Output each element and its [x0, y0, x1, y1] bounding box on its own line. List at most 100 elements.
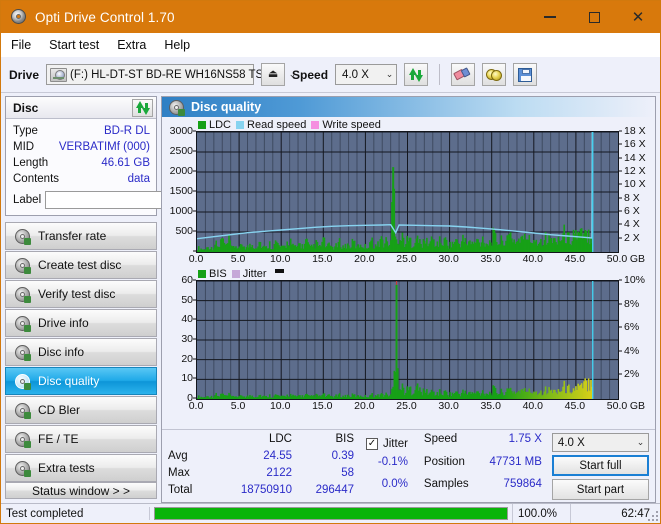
- sidebar-item-fe-te[interactable]: FE / TE: [5, 425, 157, 453]
- disc-icon: [15, 257, 31, 274]
- refresh-button[interactable]: [404, 63, 429, 86]
- disc-quality-icon: [169, 99, 185, 116]
- app-title: Opti Drive Control 1.70: [35, 9, 175, 25]
- stats-avg-bis: 0.39: [331, 450, 354, 462]
- stats-avg-ldc: 24.55: [263, 450, 292, 462]
- sidebar-item-label: Extra tests: [38, 461, 95, 475]
- sidebar-item-extra-tests[interactable]: Extra tests: [5, 454, 157, 482]
- legend-swatch: [236, 120, 245, 129]
- sidebar-item-disc-quality[interactable]: Disc quality: [5, 367, 157, 395]
- disc-type-label: Type: [13, 125, 38, 137]
- disc-info-title: Disc: [13, 100, 39, 115]
- test-speed-select[interactable]: 4.0 X ⌄: [551, 433, 649, 452]
- two-discs-icon: [485, 68, 503, 82]
- read-speed-y-axis: 2 X4 X6 X8 X 10 X 12 X 14 X 16 X 18 X: [619, 125, 653, 251]
- disc-length-value: 46.61 GB: [101, 157, 150, 169]
- sidebar-nav: Transfer rate Create test disc Verify te…: [5, 222, 157, 482]
- progress-track: [154, 507, 508, 520]
- y-tick-label: 500: [175, 225, 193, 237]
- y2-tick-label: 4%: [624, 344, 640, 357]
- y2-tick-mark: [619, 183, 622, 185]
- title-bar: Opti Drive Control 1.70 ✕: [1, 1, 660, 33]
- maximize-button[interactable]: [572, 1, 616, 33]
- x-tick-label: 15.0: [312, 400, 333, 412]
- y2-tick-mark: [619, 210, 622, 212]
- window-controls: ✕: [528, 1, 660, 33]
- y-tick-label: 50: [181, 293, 193, 306]
- y-tick-label: 1000: [169, 205, 193, 217]
- y2-tick-mark: [619, 143, 622, 145]
- sidebar-item-verify-test-disc[interactable]: Verify test disc: [5, 280, 157, 308]
- legend-jitter: Jitter: [231, 268, 267, 280]
- save-button[interactable]: [513, 63, 538, 86]
- y-tick-label: 30: [181, 333, 193, 345]
- position-stat-label: Position: [423, 455, 465, 468]
- ldc-chart: LDC Read speed Write speed 500 1000 1500…: [164, 118, 653, 267]
- disc-quality-panel: Disc quality LDC Read speed Write speed …: [161, 96, 656, 503]
- sidebar-item-drive-info[interactable]: Drive info: [5, 309, 157, 337]
- y2-tick-label: 6%: [624, 321, 640, 334]
- menu-file[interactable]: File: [11, 38, 31, 52]
- disc-row-mid: MID VERBATIMf (000): [13, 139, 150, 155]
- sidebar-item-label: Create test disc: [38, 258, 122, 272]
- disc-label-caption: Label: [13, 194, 42, 206]
- speed-stat-value: 1.75 X: [508, 433, 542, 445]
- eject-button[interactable]: ⏏: [261, 63, 286, 86]
- progress-bar: [149, 507, 512, 520]
- menu-extra[interactable]: Extra: [117, 38, 146, 52]
- minimize-button[interactable]: [528, 1, 572, 33]
- x-tick-label: 10.0: [269, 400, 291, 412]
- drive-select[interactable]: (F:) HL-DT-ST BD-RE WH16NS58 TST4 ⌄: [46, 64, 296, 85]
- disc-row-contents: Contents data: [13, 171, 150, 187]
- disc-refresh-button[interactable]: [132, 98, 153, 117]
- stats-row-label: Max: [168, 467, 190, 479]
- legend-bis: BIS: [198, 268, 227, 280]
- stats-col-ldc: LDC: [268, 433, 292, 445]
- x-tick-label: 5.0: [230, 253, 246, 265]
- erase-button[interactable]: [451, 63, 476, 86]
- disc-label-row: Label: [13, 190, 248, 210]
- jitter-checkbox[interactable]: ✓: [366, 437, 378, 450]
- drive-toolbar: Drive (F:) HL-DT-ST BD-RE WH16NS58 TST4 …: [1, 57, 660, 93]
- x-tick-label: 40.0: [522, 400, 544, 412]
- resize-grip[interactable]: [648, 511, 658, 521]
- close-button[interactable]: ✕: [616, 1, 660, 33]
- y2-tick-mark: [619, 350, 622, 352]
- stats-table: LDC BIS Avg 24.55 0.39 Max 2122 58 Total…: [168, 433, 354, 500]
- samples-stat-label: Samples: [423, 478, 469, 491]
- x-tick-label: 40.0: [522, 253, 544, 265]
- jitter-avg: -0.1%: [377, 455, 408, 468]
- sidebar-item-cd-bler[interactable]: CD Bler: [5, 396, 157, 424]
- sidebar-item-transfer-rate[interactable]: Transfer rate: [5, 222, 157, 250]
- y2-tick-label: 2 X: [624, 231, 640, 244]
- y2-tick-mark: [619, 130, 622, 132]
- y2-tick-label: 18 X: [624, 125, 646, 137]
- stats-max-bis: 58: [341, 467, 354, 479]
- start-full-button[interactable]: Start full: [551, 455, 649, 476]
- sidebar-item-create-test-disc[interactable]: Create test disc: [5, 251, 157, 279]
- x-tick-label: 50.0: [606, 253, 628, 265]
- jitter-scale-marker: [274, 269, 284, 273]
- legend-label: LDC: [209, 118, 232, 131]
- copy-disc-button[interactable]: [482, 63, 507, 86]
- x-tick-label: 30.0: [438, 400, 459, 412]
- ldc-x-axis: 0.0 5.0 10.0 15.0 20.0 25.0 30.0 35.0 40.0 45.0 50…: [164, 253, 653, 267]
- sidebar-item-disc-info[interactable]: Disc info: [5, 338, 157, 366]
- disc-contents-value: data: [127, 173, 150, 185]
- disc-info-box: Disc Type BD-R DL MID VERBATIMf (000) Le…: [5, 96, 248, 216]
- legend-label: Read speed: [247, 118, 307, 131]
- x-tick-label: 0.0: [188, 253, 204, 265]
- menu-start-test[interactable]: Start test: [49, 38, 99, 52]
- stats-col-bis: BIS: [335, 433, 354, 445]
- speed-select[interactable]: 4.0 X ⌄: [335, 64, 398, 85]
- x-tick-label: 25.0: [396, 253, 417, 265]
- sidebar-item-label: Disc info: [38, 345, 85, 359]
- jitter-toggle-row: ✓ Jitter: [366, 433, 408, 455]
- disc-row-length: Length 46.61 GB: [13, 155, 150, 171]
- y-tick-label: 2000: [169, 165, 193, 177]
- start-part-button[interactable]: Start part: [551, 479, 649, 500]
- y2-tick-label: 12 X: [624, 165, 646, 177]
- menu-help[interactable]: Help: [164, 38, 190, 52]
- status-window-button[interactable]: Status window > >: [5, 482, 157, 499]
- legend-label: BIS: [209, 267, 227, 280]
